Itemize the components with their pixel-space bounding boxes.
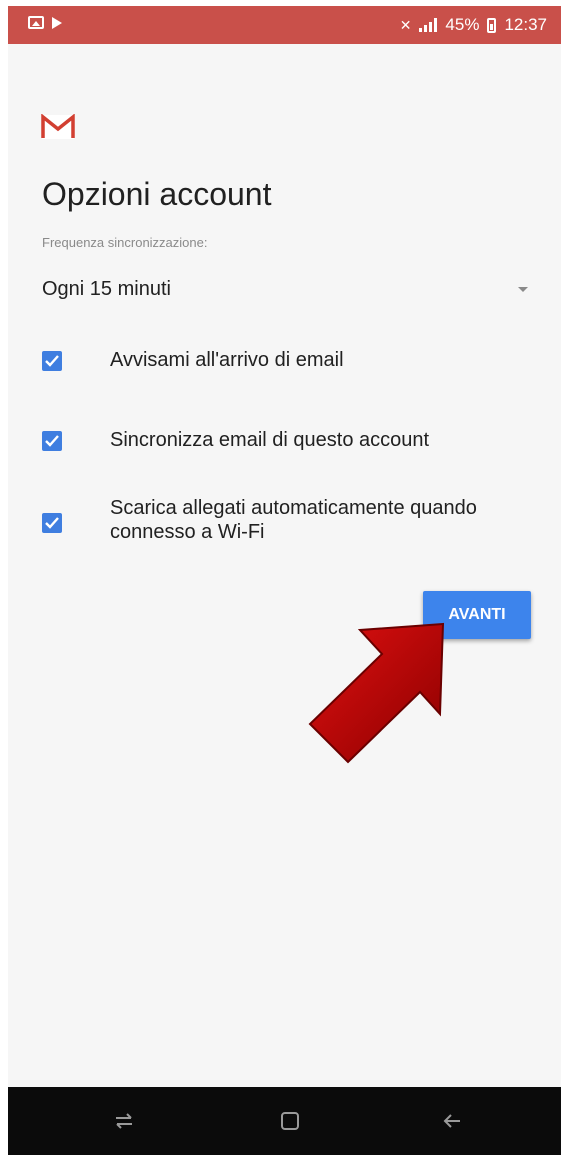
option-auto-download[interactable]: Scarica allegati automaticamente quando … (42, 496, 532, 548)
phone-screen: ✕ 45% 12:37 Opzioni account Frequenza si… (8, 6, 561, 1155)
annotation-arrow (308, 622, 445, 764)
back-button[interactable] (432, 1105, 472, 1137)
home-icon (281, 1112, 299, 1130)
option-label: Avvisami all'arrivo di email (110, 349, 344, 371)
gmail-logo (41, 114, 75, 139)
mute-icon: ✕ (399, 16, 412, 33)
status-right: ✕ 45% 12:37 (400, 15, 547, 35)
navigation-bar (8, 1087, 561, 1155)
checkmark-icon (45, 355, 59, 367)
sync-frequency-label: Frequenza sincronizzazione: (42, 235, 208, 250)
sync-frequency-value: Ogni 15 minuti (42, 278, 171, 300)
battery-percent: 45% (445, 15, 480, 34)
back-icon (443, 1114, 460, 1128)
checkbox-notify-email[interactable] (42, 351, 62, 371)
recent-apps-icon (116, 1113, 132, 1129)
recent-apps-button[interactable] (104, 1105, 144, 1137)
signal-icon (419, 18, 438, 32)
checkmark-icon (45, 435, 59, 447)
clock: 12:37 (504, 15, 547, 34)
status-left-icons (28, 16, 62, 29)
picture-icon (28, 16, 44, 29)
option-notify-email[interactable]: Avvisami all'arrivo di email (42, 348, 532, 374)
checkmark-icon (45, 517, 59, 529)
option-label: Sincronizza email di questo account (110, 429, 430, 451)
checkbox-auto-download[interactable] (42, 513, 62, 533)
play-store-icon (52, 17, 62, 29)
page-title: Opzioni account (42, 176, 272, 212)
checkbox-sync-email[interactable] (42, 431, 62, 451)
home-button[interactable] (270, 1105, 310, 1137)
battery-icon (487, 17, 497, 33)
sync-frequency-dropdown[interactable]: Ogni 15 minuti (32, 270, 528, 310)
status-bar: ✕ 45% 12:37 (8, 6, 561, 44)
option-sync-email[interactable]: Sincronizza email di questo account (42, 428, 532, 454)
dropdown-caret-icon (518, 287, 528, 292)
option-label: Scarica allegati automaticamente quando … (110, 497, 477, 543)
